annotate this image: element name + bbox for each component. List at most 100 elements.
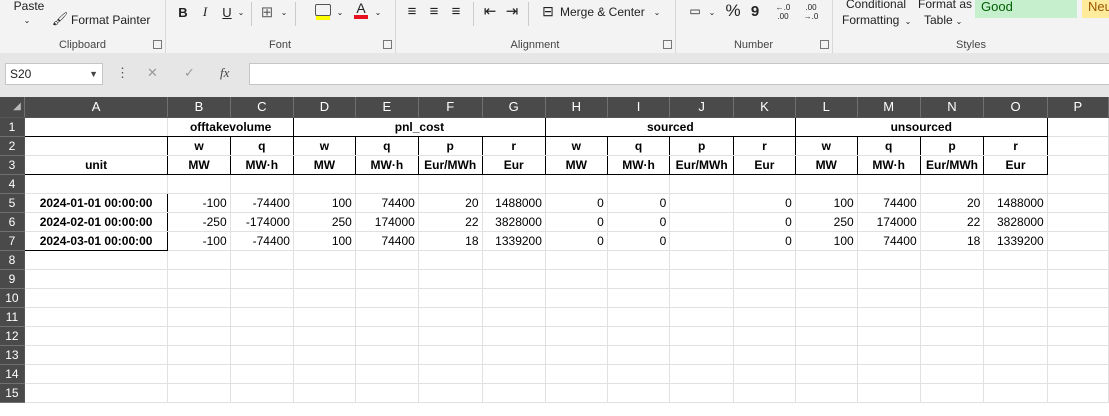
cell[interactable] <box>669 326 734 346</box>
cell[interactable] <box>669 345 734 365</box>
value-cell[interactable]: -74400 <box>230 193 294 213</box>
unit-cell[interactable]: MW <box>544 155 608 175</box>
column-header-o[interactable]: O <box>983 97 1048 118</box>
cell[interactable] <box>355 364 419 384</box>
value-cell[interactable] <box>669 212 734 232</box>
cell[interactable] <box>230 364 294 384</box>
currency-format-icon[interactable]: ▭ <box>685 2 705 20</box>
cell[interactable] <box>920 326 985 346</box>
column-header-e[interactable]: E <box>355 97 419 118</box>
sub-header-cell[interactable]: q <box>229 136 294 156</box>
value-cell[interactable]: 1488000 <box>482 193 546 213</box>
cell[interactable] <box>795 269 858 289</box>
cell[interactable] <box>733 250 796 270</box>
cell[interactable] <box>857 364 921 384</box>
cell[interactable] <box>230 383 294 403</box>
row-header-13[interactable]: 13 <box>0 345 25 365</box>
cell[interactable] <box>795 383 858 403</box>
cell[interactable] <box>293 250 356 270</box>
cell[interactable] <box>482 269 546 289</box>
cell[interactable] <box>1047 117 1109 137</box>
cell[interactable] <box>669 364 734 384</box>
cell[interactable] <box>293 307 356 327</box>
cell[interactable] <box>1047 345 1109 365</box>
cell[interactable] <box>983 307 1048 327</box>
cell[interactable] <box>983 174 1048 194</box>
value-cell[interactable]: 174000 <box>857 212 921 232</box>
cell[interactable] <box>230 326 294 346</box>
cell[interactable] <box>230 307 294 327</box>
value-cell[interactable]: 250 <box>293 212 356 232</box>
cell[interactable] <box>482 345 546 365</box>
cell[interactable] <box>167 288 231 308</box>
select-all-corner[interactable]: ◢ <box>0 97 25 118</box>
cell[interactable] <box>24 326 169 346</box>
format-as-table-label1[interactable]: Format as <box>918 0 972 11</box>
cell[interactable] <box>1047 326 1109 346</box>
cell[interactable] <box>355 174 419 194</box>
cell[interactable] <box>355 250 419 270</box>
enter-icon[interactable]: ✓ <box>184 65 195 81</box>
sub-header-cell[interactable]: r <box>481 136 546 156</box>
cell[interactable] <box>733 364 796 384</box>
cell[interactable] <box>355 307 419 327</box>
conditional-formatting-button[interactable]: Formatting <box>842 13 899 27</box>
cell[interactable] <box>24 288 169 308</box>
value-cell[interactable]: -250 <box>167 212 231 232</box>
name-box[interactable]: S20 ▼ <box>5 63 103 85</box>
cell[interactable] <box>167 364 231 384</box>
currency-dropdown-icon[interactable]: ⌄ <box>706 4 718 20</box>
cell[interactable] <box>230 250 294 270</box>
cell[interactable] <box>1047 231 1109 251</box>
cell[interactable] <box>733 345 796 365</box>
percent-style-button[interactable]: % <box>723 1 743 21</box>
unit-cell[interactable]: Eur <box>481 155 546 175</box>
value-cell[interactable]: 0 <box>733 231 796 251</box>
cell[interactable] <box>482 288 546 308</box>
cell[interactable] <box>482 250 546 270</box>
cell[interactable] <box>545 269 608 289</box>
cell[interactable] <box>24 345 169 365</box>
value-cell[interactable]: 3828000 <box>482 212 546 232</box>
cell[interactable] <box>983 250 1048 270</box>
column-header-d[interactable]: D <box>293 97 356 118</box>
font-color-icon[interactable]: A <box>351 0 371 20</box>
cell[interactable] <box>24 174 169 194</box>
cell[interactable] <box>293 326 356 346</box>
row-header-6[interactable]: 6 <box>0 212 25 232</box>
cell[interactable] <box>607 326 671 346</box>
cell[interactable] <box>167 174 231 194</box>
value-cell[interactable]: 20 <box>418 193 483 213</box>
unit-header-cell[interactable]: unit <box>23 155 169 175</box>
cell[interactable] <box>482 364 546 384</box>
neutral-style-cell[interactable]: Neu <box>1082 0 1109 18</box>
number-launcher-icon[interactable] <box>820 40 829 49</box>
column-header-f[interactable]: F <box>418 97 483 118</box>
cell[interactable] <box>669 269 734 289</box>
font-launcher-icon[interactable] <box>383 40 392 49</box>
cell[interactable] <box>857 288 921 308</box>
cell[interactable] <box>24 269 169 289</box>
cell[interactable] <box>545 364 608 384</box>
comma-style-button[interactable]: 9 <box>747 1 763 21</box>
merge-center-button[interactable]: Merge & Center <box>560 5 645 19</box>
cell[interactable] <box>482 307 546 327</box>
cell[interactable] <box>167 269 231 289</box>
format-painter-button[interactable]: Format Painter <box>71 13 150 27</box>
column-header-j[interactable]: J <box>669 97 734 118</box>
cell[interactable] <box>920 345 985 365</box>
cell[interactable] <box>607 364 671 384</box>
align-right-icon[interactable]: ≡ <box>447 2 465 20</box>
cell[interactable] <box>857 326 921 346</box>
cell[interactable] <box>167 250 231 270</box>
italic-button[interactable]: I <box>197 2 213 22</box>
cell[interactable] <box>733 269 796 289</box>
align-center-icon[interactable]: ≡ <box>425 2 443 20</box>
unit-cell[interactable]: Eur/MWh <box>919 155 985 175</box>
cell[interactable] <box>545 345 608 365</box>
cell[interactable] <box>920 307 985 327</box>
cell[interactable] <box>418 326 483 346</box>
cell[interactable] <box>167 383 231 403</box>
row-header-1[interactable]: 1 <box>0 117 25 137</box>
row-header-7[interactable]: 7 <box>0 231 25 251</box>
